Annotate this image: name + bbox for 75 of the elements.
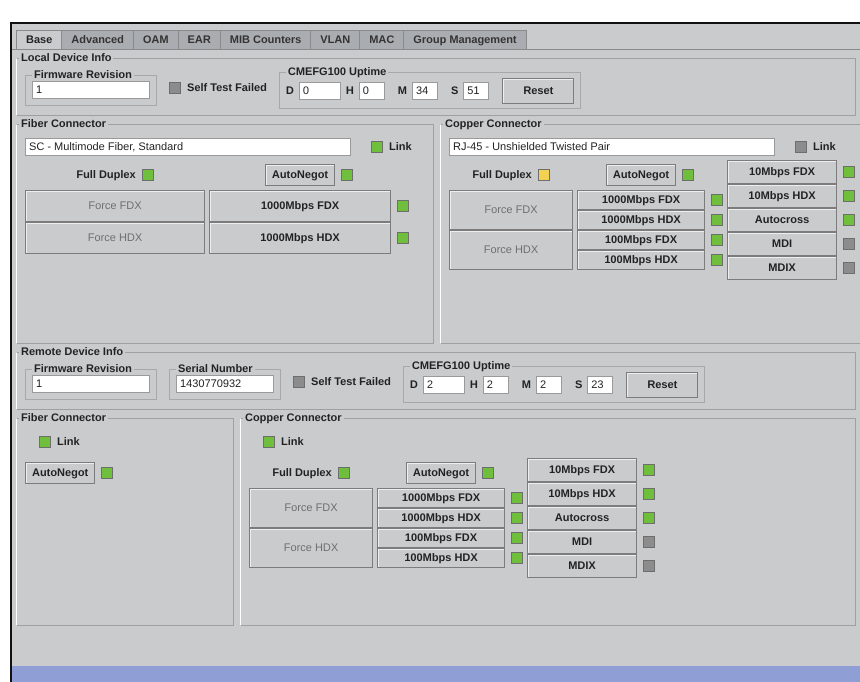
indicator-label: Link xyxy=(281,436,304,448)
mode-button[interactable]: MDI xyxy=(727,232,837,256)
input-field[interactable]: 23 xyxy=(587,376,614,394)
mode-button[interactable]: MDIX xyxy=(527,554,637,578)
autonegotiate-button[interactable]: AutoNegot xyxy=(264,164,336,186)
tab[interactable]: MAC xyxy=(359,30,404,49)
tab[interactable]: Base xyxy=(16,30,62,49)
indicator-label: Self Test Failed xyxy=(187,82,267,94)
speed-button[interactable]: 100Mbps FDX xyxy=(377,528,505,548)
speed-button[interactable]: 1000Mbps HDX xyxy=(377,508,505,528)
field-label: D xyxy=(286,85,294,97)
field-label: Firmware Revision xyxy=(33,363,133,375)
tab[interactable]: EAR xyxy=(178,30,221,49)
mode-button[interactable]: 10Mbps HDX xyxy=(727,184,837,208)
tab[interactable]: VLAN xyxy=(310,30,360,49)
mode-button[interactable]: Autocross xyxy=(527,506,637,530)
field-label: M xyxy=(398,85,407,97)
input-field[interactable]: 51 xyxy=(463,82,490,100)
indicator-label: Link xyxy=(57,436,80,448)
mode-button[interactable]: MDI xyxy=(527,530,637,554)
section-title: Remote Device Info xyxy=(20,346,124,358)
input-field[interactable]: 1430770932 xyxy=(176,375,274,393)
input-field[interactable]: 2 xyxy=(422,376,465,394)
reset-button[interactable]: Reset xyxy=(626,372,698,398)
section-title: Copper Connector xyxy=(444,118,543,130)
indicator-label: Full Duplex xyxy=(272,467,332,479)
section-title: Copper Connector xyxy=(244,412,343,424)
mode-button[interactable]: 10Mbps FDX xyxy=(527,458,637,482)
input-field[interactable]: 0 xyxy=(358,82,385,100)
mode-button[interactable]: 10Mbps FDX xyxy=(727,160,837,184)
tab[interactable]: OAM xyxy=(132,30,179,49)
input-field[interactable]: 2 xyxy=(482,376,509,394)
group-title: CMEFG100 Uptime xyxy=(286,66,388,78)
indicator-label: Self Test Failed xyxy=(311,376,391,388)
speed-button[interactable]: 100Mbps FDX xyxy=(577,230,705,250)
speed-button[interactable]: 100Mbps HDX xyxy=(377,548,505,568)
group-title: CMEFG100 Uptime xyxy=(410,360,512,372)
input-field[interactable]: 1 xyxy=(32,81,150,99)
speed-button[interactable]: 1000Mbps HDX xyxy=(209,222,391,254)
media-field[interactable]: SC - Multimode Fiber, Standard xyxy=(25,138,351,156)
mode-button[interactable]: Autocross xyxy=(727,208,837,232)
autonegotiate-button[interactable]: AutoNegot xyxy=(25,462,96,484)
speed-button[interactable]: 100Mbps HDX xyxy=(577,250,705,270)
field-label: Serial Number xyxy=(177,363,254,375)
speed-button[interactable]: 1000Mbps FDX xyxy=(209,190,391,222)
input-field[interactable]: 2 xyxy=(536,376,562,394)
input-field[interactable]: 1 xyxy=(32,375,150,393)
indicator-label: Link xyxy=(389,141,412,153)
field-label: D xyxy=(410,379,418,391)
tab[interactable]: Group Management xyxy=(403,30,527,49)
field-label: Firmware Revision xyxy=(33,69,133,81)
section-title: Local Device Info xyxy=(20,52,112,64)
field-label: M xyxy=(522,379,531,391)
speed-button[interactable]: 1000Mbps FDX xyxy=(377,488,505,508)
indicator-label: Link xyxy=(813,141,836,153)
input-field[interactable]: 34 xyxy=(412,82,438,100)
reset-button[interactable]: Reset xyxy=(502,78,574,104)
speed-button[interactable]: 1000Mbps FDX xyxy=(577,190,705,210)
autonegotiate-button[interactable]: AutoNegot xyxy=(406,462,476,484)
media-field[interactable]: RJ-45 - Unshielded Twisted Pair xyxy=(449,138,775,156)
tab[interactable]: MIB Counters xyxy=(220,30,312,49)
indicator-label: Full Duplex xyxy=(472,169,532,181)
field-label: H xyxy=(470,379,478,391)
tab[interactable]: Advanced xyxy=(61,30,134,49)
field-label: S xyxy=(574,379,582,391)
mode-button[interactable]: MDIX xyxy=(727,256,837,280)
field-label: S xyxy=(450,85,458,97)
section-title: Fiber Connector xyxy=(20,118,107,130)
field-label: H xyxy=(346,85,354,97)
section-title: Fiber Connector xyxy=(20,412,107,424)
indicator-label: Full Duplex xyxy=(76,169,136,181)
input-field[interactable]: 0 xyxy=(298,82,341,100)
autonegotiate-button[interactable]: AutoNegot xyxy=(606,164,676,186)
speed-button[interactable]: 1000Mbps HDX xyxy=(577,210,705,230)
mode-button[interactable]: 10Mbps HDX xyxy=(527,482,637,506)
